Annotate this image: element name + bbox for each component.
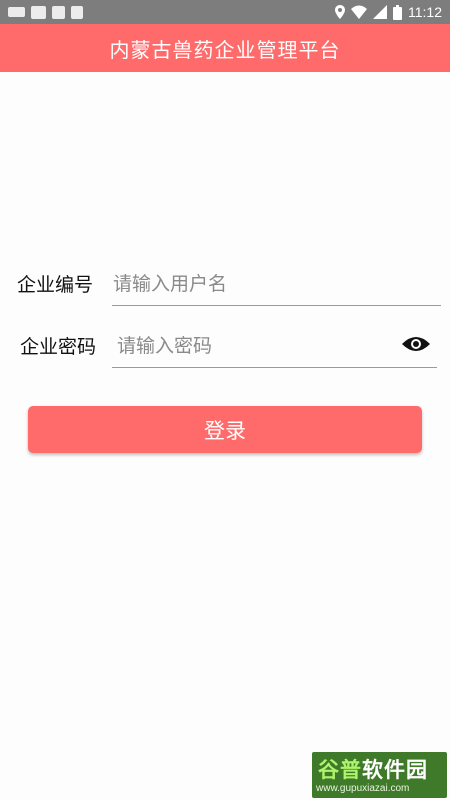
watermark-title: 谷普软件园 [318,754,428,784]
watermark-url: www.gupuxiazai.com [316,783,410,794]
status-bar: 11:12 [0,0,450,24]
status-notification-icons [8,4,83,20]
username-input[interactable] [113,264,441,304]
wifi-icon [351,5,367,19]
image-icon [71,5,83,19]
battery-icon [393,4,402,20]
username-underline [112,305,441,306]
password-input[interactable] [117,326,387,366]
password-label: 企业密码 [20,336,97,358]
watermark-title-accent: 谷普 [318,758,362,782]
status-time: 11:12 [408,4,442,20]
mail-icon [31,5,46,19]
status-system-icons: 11:12 [335,3,442,21]
app-title: 内蒙古兽药企业管理平台 [109,37,341,62]
square-icon [52,5,65,19]
signal-icon [373,5,387,19]
username-row: 企业编号 [0,260,450,308]
keyboard-icon [8,7,25,17]
eye-icon[interactable] [401,334,431,354]
app-bar: 内蒙古兽药企业管理平台 [0,24,450,72]
login-button[interactable]: 登录 [28,406,422,453]
username-label: 企业编号 [17,274,94,296]
password-row: 企业密码 [0,322,450,370]
watermark-title-main: 软件园 [362,758,428,782]
watermark-logo: 谷普软件园 www.gupuxiazai.com [312,752,447,798]
password-underline [112,367,437,368]
location-icon [335,5,345,19]
